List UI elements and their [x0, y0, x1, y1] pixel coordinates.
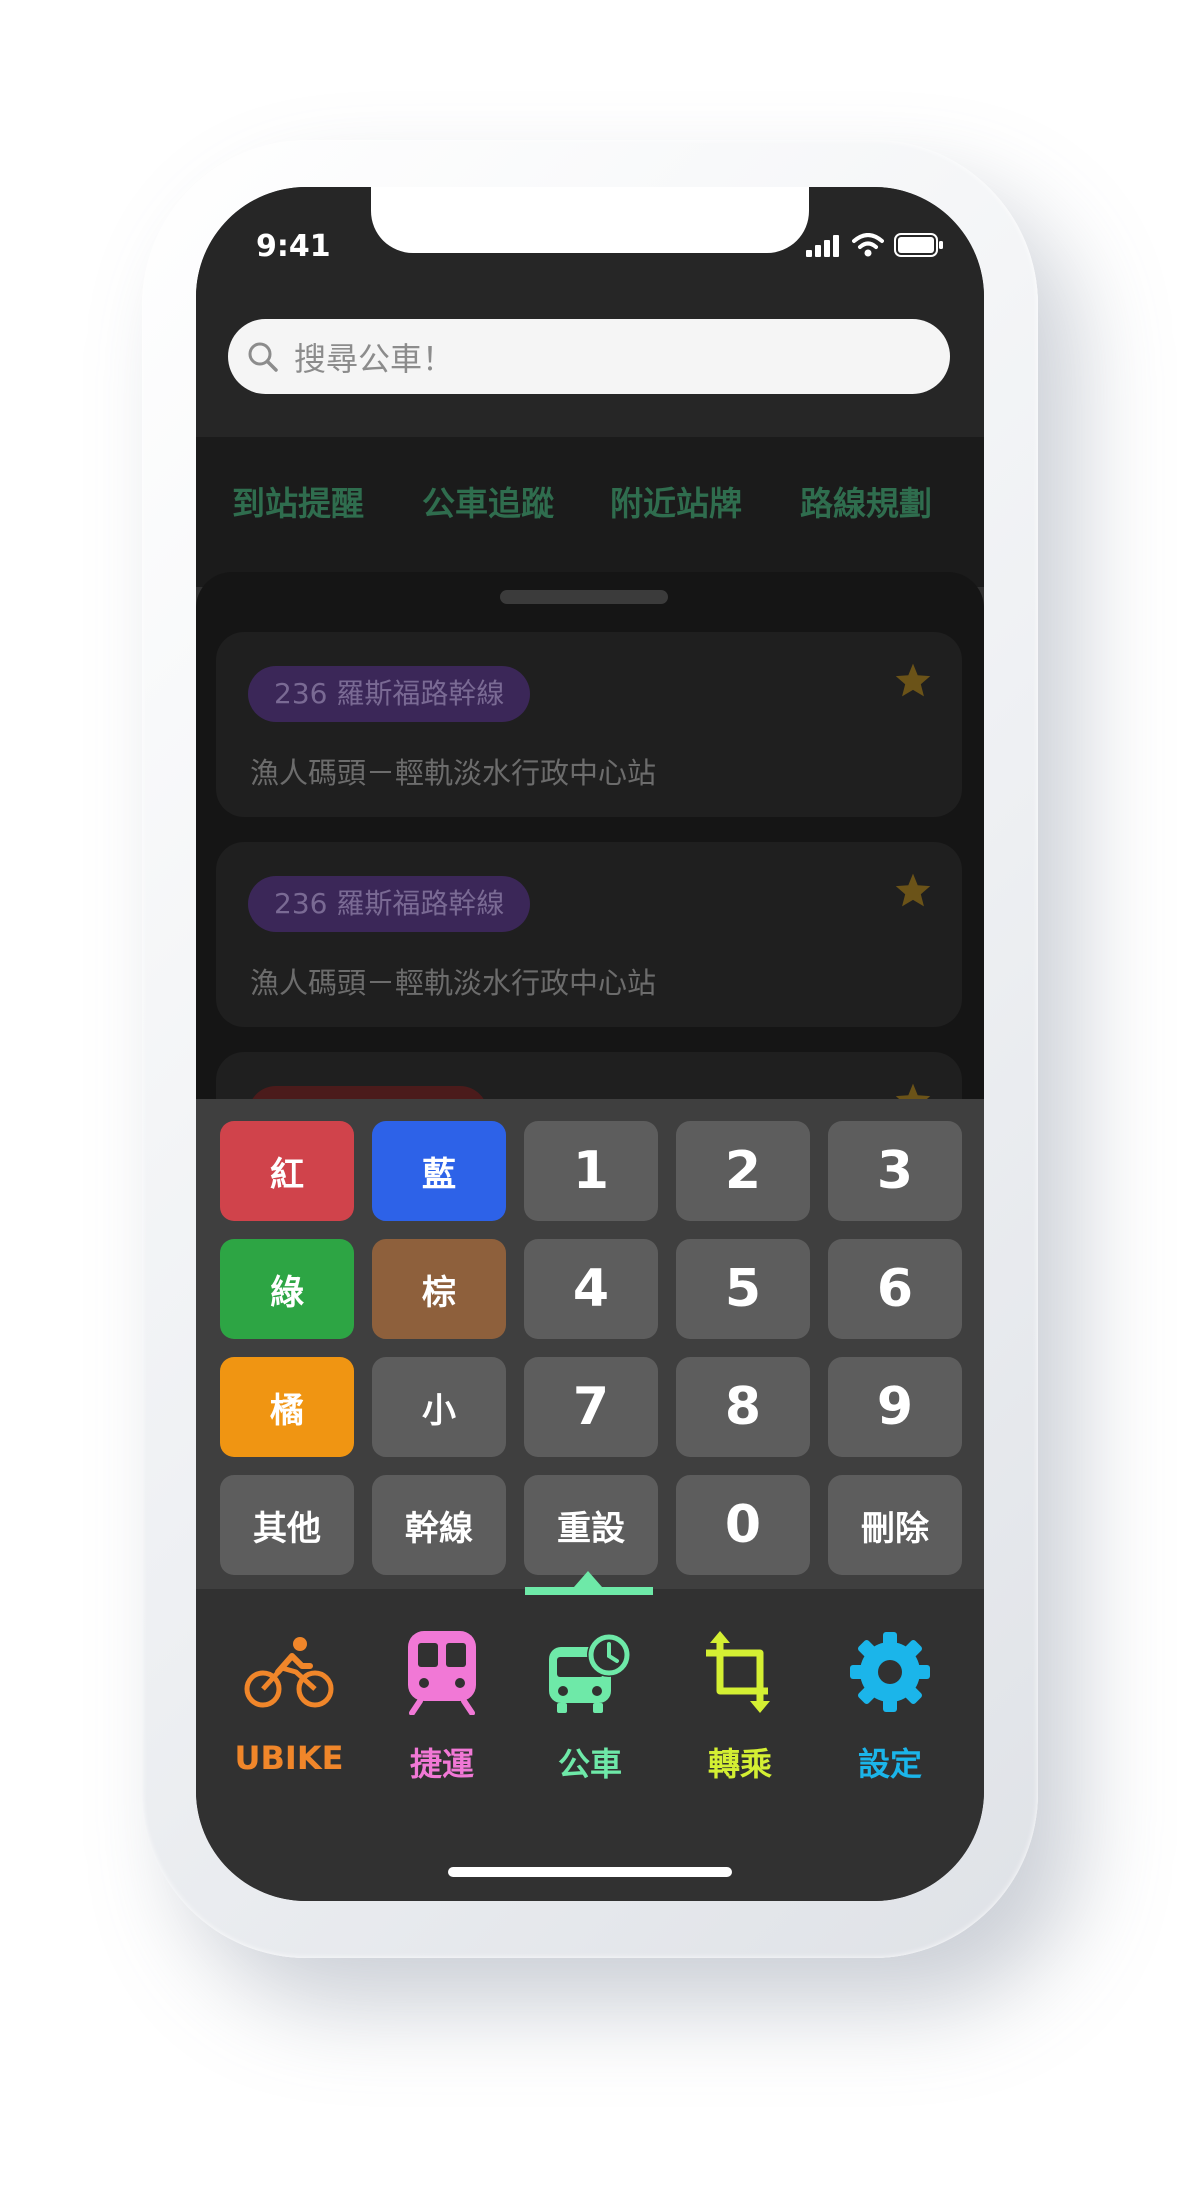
tab-route-planning[interactable]: 路線規劃 — [800, 477, 932, 525]
signal-icon — [806, 235, 839, 257]
bus-clock-icon — [545, 1627, 635, 1717]
gear-icon — [845, 1627, 935, 1717]
battery-icon — [894, 233, 943, 257]
tab-arrival-alert[interactable]: 到站提醒 — [232, 477, 364, 525]
key-6[interactable]: 6 — [828, 1239, 962, 1339]
train-icon — [397, 1627, 487, 1717]
key-2[interactable]: 2 — [676, 1121, 810, 1221]
key-orange[interactable]: 橘 — [220, 1357, 354, 1457]
route-card[interactable]: 236 羅斯福路幹線 漁人碼頭－輕軌淡水行政中心站 — [216, 842, 962, 1027]
key-trunk-line[interactable]: 幹線 — [372, 1475, 506, 1575]
key-1[interactable]: 1 — [524, 1121, 658, 1221]
key-7[interactable]: 7 — [524, 1357, 658, 1457]
tab-settings[interactable]: 設定 — [815, 1627, 965, 1797]
tab-label: 公車 — [557, 1745, 622, 1783]
search-input[interactable]: 搜尋公車！ — [228, 319, 950, 394]
tab-mrt[interactable]: 捷運 — [367, 1627, 517, 1797]
route-card[interactable]: 236 羅斯福路幹線 漁人碼頭－輕軌淡水行政中心站 — [216, 632, 962, 817]
status-time: 9:41 — [256, 229, 331, 264]
home-indicator — [448, 1867, 732, 1877]
key-blue[interactable]: 藍 — [372, 1121, 506, 1221]
key-reset[interactable]: 重設 — [524, 1475, 658, 1575]
quick-tabs: 到站提醒 公車追蹤 附近站牌 路線規劃 — [196, 437, 984, 587]
app-screen: 9:41 搜尋公車！ 到站提醒 公車追蹤 附近站牌 路線規劃 236 羅斯福路幹… — [196, 187, 984, 1901]
key-4[interactable]: 4 — [524, 1239, 658, 1339]
key-9[interactable]: 9 — [828, 1357, 962, 1457]
star-icon[interactable] — [894, 662, 932, 698]
notch — [371, 187, 809, 253]
key-8[interactable]: 8 — [676, 1357, 810, 1457]
wifi-icon — [852, 233, 884, 257]
key-red[interactable]: 紅 — [220, 1121, 354, 1221]
key-delete[interactable]: 刪除 — [828, 1475, 962, 1575]
tab-label: 設定 — [857, 1745, 922, 1783]
tab-label: UBIKE — [234, 1739, 344, 1777]
bottom-tab-bar: UBIKE 捷運 公車 轉乘 設定 — [196, 1571, 984, 1901]
header: 9:41 搜尋公車！ — [196, 187, 984, 437]
tab-transfer[interactable]: 轉乘 — [665, 1627, 815, 1797]
route-badge: 236 羅斯福路幹線 — [248, 666, 531, 722]
route-badge: 236 羅斯福路幹線 — [248, 876, 531, 932]
star-icon[interactable] — [894, 872, 932, 908]
search-placeholder: 搜尋公車！ — [294, 339, 455, 378]
bicycle-icon — [244, 1627, 334, 1717]
tab-bus[interactable]: 公車 — [515, 1627, 665, 1797]
key-green[interactable]: 綠 — [220, 1239, 354, 1339]
crop-transfer-icon — [695, 1627, 785, 1717]
drag-handle[interactable] — [500, 590, 668, 604]
key-small[interactable]: 小 — [372, 1357, 506, 1457]
tab-bus-tracking[interactable]: 公車追蹤 — [422, 477, 554, 525]
route-description: 漁人碼頭－輕軌淡水行政中心站 — [250, 966, 657, 1000]
tab-label: 轉乘 — [707, 1745, 772, 1783]
tab-ubike[interactable]: UBIKE — [214, 1627, 364, 1797]
key-5[interactable]: 5 — [676, 1239, 810, 1339]
route-keypad: 紅 藍 1 2 3 綠 棕 4 5 6 橘 小 7 8 9 其他 幹線 重設 0… — [196, 1099, 984, 1589]
key-3[interactable]: 3 — [828, 1121, 962, 1221]
route-description: 漁人碼頭－輕軌淡水行政中心站 — [250, 756, 657, 790]
selected-tab-indicator — [525, 1587, 653, 1595]
key-brown[interactable]: 棕 — [372, 1239, 506, 1339]
key-other[interactable]: 其他 — [220, 1475, 354, 1575]
status-icons — [806, 217, 944, 257]
tab-nearby-stops[interactable]: 附近站牌 — [610, 477, 742, 525]
search-icon — [248, 342, 278, 372]
selected-tab-caret — [574, 1571, 602, 1587]
key-0[interactable]: 0 — [676, 1475, 810, 1575]
tab-label: 捷運 — [409, 1745, 474, 1783]
